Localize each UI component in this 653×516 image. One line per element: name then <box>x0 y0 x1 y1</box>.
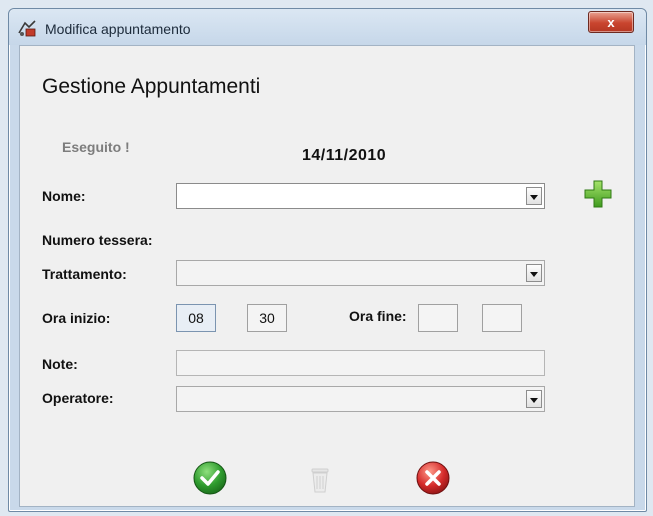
cancel-close-icon[interactable] <box>416 461 450 495</box>
note-field[interactable] <box>176 350 545 376</box>
title-bar[interactable]: Modifica appuntamento x <box>9 9 646 45</box>
ora-fine-label: Ora fine: <box>349 308 407 324</box>
window-title: Modifica appuntamento <box>45 21 191 37</box>
page-title: Gestione Appuntamenti <box>42 75 261 98</box>
window-close-icon: x <box>607 14 615 30</box>
app-icon <box>18 20 36 37</box>
ora-inizio-minute-field[interactable]: 30 <box>247 304 287 332</box>
confirm-check-icon[interactable] <box>193 461 227 495</box>
ora-inizio-label: Ora inizio: <box>42 310 111 326</box>
nome-label: Nome: <box>42 188 86 204</box>
add-plus-icon[interactable] <box>583 179 613 209</box>
operatore-label: Operatore: <box>42 390 114 406</box>
nome-dropdown-arrow-icon[interactable] <box>526 187 542 205</box>
appointment-date: 14/11/2010 <box>302 147 387 164</box>
dialog-content: Gestione Appuntamenti Eseguito ! 14/11/2… <box>19 45 635 507</box>
trattamento-dropdown-arrow-icon[interactable] <box>526 264 542 282</box>
trattamento-label: Trattamento: <box>42 266 127 282</box>
numero-tessera-label: Numero tessera: <box>42 232 153 248</box>
trattamento-combobox[interactable] <box>176 260 545 286</box>
note-label: Note: <box>42 356 78 372</box>
ora-fine-hour-field[interactable] <box>418 304 458 332</box>
nome-combobox[interactable] <box>176 183 545 209</box>
dialog-window: Modifica appuntamento x Gestione Appunta… <box>8 8 647 512</box>
window-close-button[interactable]: x <box>588 11 634 33</box>
operatore-dropdown-arrow-icon[interactable] <box>526 390 542 408</box>
delete-trash-icon[interactable] <box>303 461 337 495</box>
ora-inizio-hour-field[interactable]: 08 <box>176 304 216 332</box>
ora-fine-minute-field[interactable] <box>482 304 522 332</box>
operatore-combobox[interactable] <box>176 386 545 412</box>
status-text: Eseguito ! <box>62 139 130 155</box>
